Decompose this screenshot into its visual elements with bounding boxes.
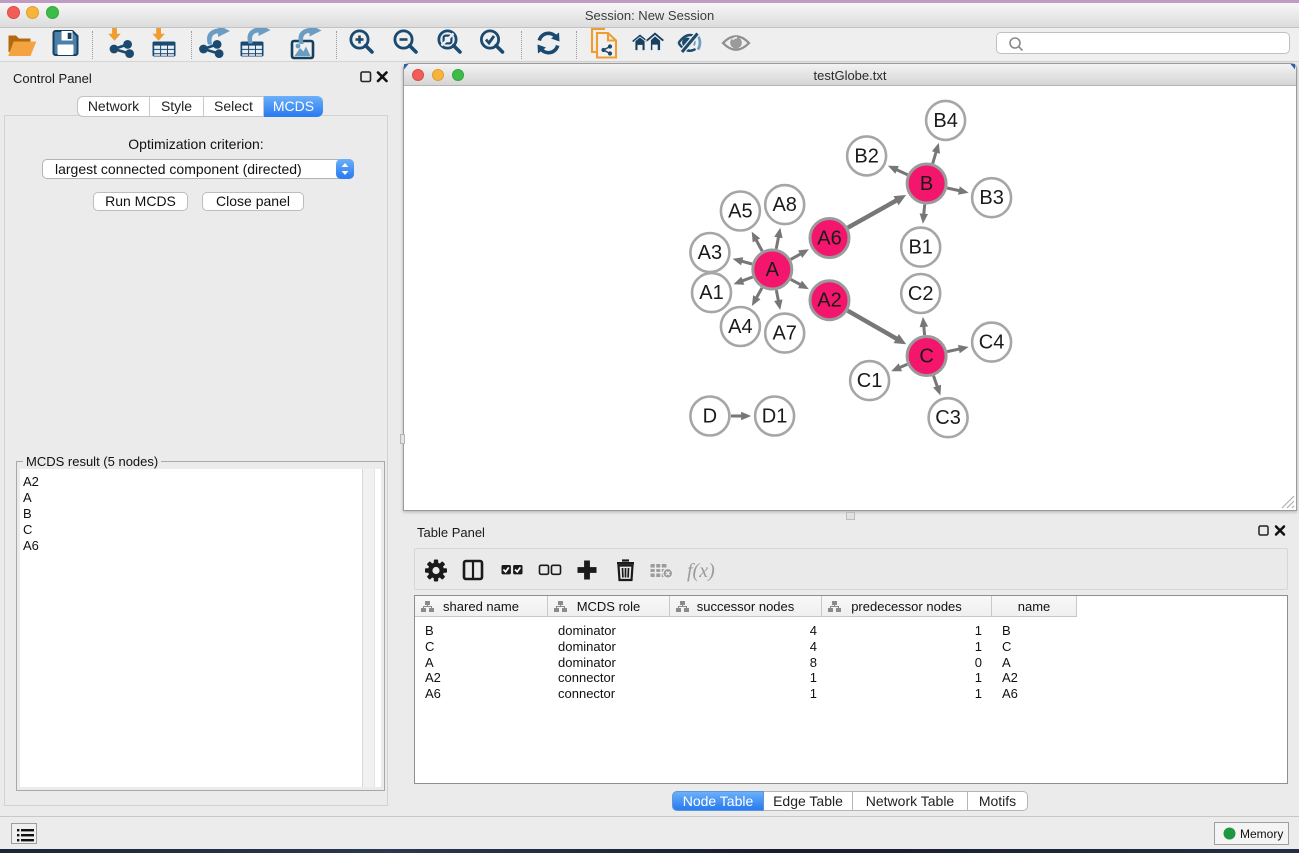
svg-text:A8: A8 xyxy=(772,194,796,216)
svg-text:A3: A3 xyxy=(698,242,722,264)
svg-text:B3: B3 xyxy=(979,187,1003,209)
svg-text:C1: C1 xyxy=(857,370,883,392)
svg-text:B1: B1 xyxy=(908,237,932,259)
svg-text:B4: B4 xyxy=(933,110,957,132)
svg-text:B2: B2 xyxy=(854,145,878,167)
svg-text:C4: C4 xyxy=(979,332,1005,354)
svg-text:B: B xyxy=(920,173,933,195)
svg-text:C2: C2 xyxy=(908,283,934,305)
svg-text:A6: A6 xyxy=(817,228,841,250)
svg-text:A1: A1 xyxy=(699,282,723,304)
svg-text:A: A xyxy=(766,259,780,281)
svg-text:A4: A4 xyxy=(728,316,752,338)
svg-text:C: C xyxy=(919,346,933,368)
svg-text:D1: D1 xyxy=(762,406,788,428)
svg-text:A5: A5 xyxy=(728,201,752,223)
svg-text:A7: A7 xyxy=(772,323,796,345)
svg-text:D: D xyxy=(703,406,717,428)
svg-text:f(x): f(x) xyxy=(687,560,715,582)
svg-text:A2: A2 xyxy=(817,290,841,312)
svg-text:C3: C3 xyxy=(935,407,961,429)
